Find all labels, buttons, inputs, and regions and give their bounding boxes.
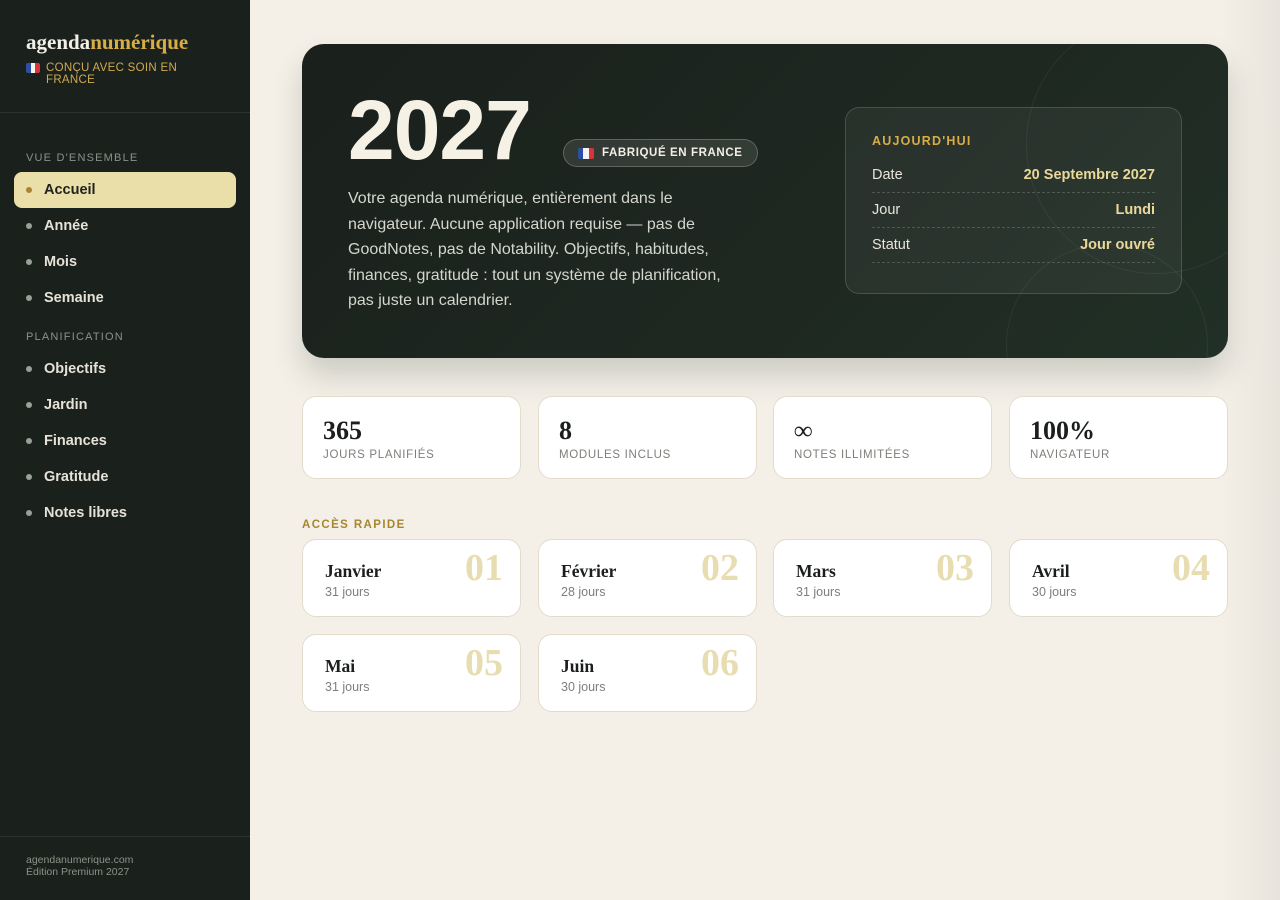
month-number: 03: [936, 547, 974, 589]
brand: agendanumérique CONÇU AVEC SOIN EN FRANC…: [0, 0, 250, 113]
sidebar-item-label: Accueil: [44, 182, 96, 198]
brand-tagline-text: CONÇU AVEC SOIN EN FRANCE: [46, 62, 178, 86]
month-number: 05: [465, 642, 503, 684]
france-flag-icon: [578, 147, 594, 159]
bullet-icon: [26, 402, 32, 408]
month-days: 30 jours: [561, 680, 606, 694]
sidebar-item-objectifs[interactable]: Objectifs: [14, 351, 236, 387]
brand-name-part1: agenda: [26, 30, 91, 54]
sidebar-item-mois[interactable]: Mois: [14, 244, 236, 280]
today-panel: AUJOURD'HUI Date 20 Septembre 2027 Jour …: [845, 107, 1182, 294]
sidebar: agendanumérique CONÇU AVEC SOIN EN FRANC…: [0, 0, 250, 900]
made-in-france-badge: FABRIQUÉ EN FRANCE: [563, 139, 758, 167]
sidebar-item-label: Objectifs: [44, 361, 107, 377]
stat-value: 100%: [1030, 416, 1095, 445]
month-days: 28 jours: [561, 585, 606, 599]
month-number: 01: [465, 547, 503, 589]
month-name: Mai: [325, 656, 356, 676]
sidebar-item-accueil[interactable]: Accueil: [14, 172, 236, 208]
sidebar-item-label: Notes libres: [44, 505, 127, 521]
month-name: Avril: [1032, 561, 1070, 581]
sidebar-footer: agendanumerique.com Édition Premium 2027: [0, 836, 250, 900]
hero-year: 2027: [348, 83, 532, 177]
nav-section-planning: PLANIFICATION: [26, 331, 124, 343]
bullet-icon: [26, 259, 32, 265]
bullet-icon: [26, 474, 32, 480]
stat-card-browser: 100% NAVIGATEUR: [1009, 396, 1228, 479]
today-title: AUJOURD'HUI: [872, 134, 972, 148]
bullet-icon: [26, 366, 32, 372]
bullet-icon: [26, 438, 32, 444]
month-number: 06: [701, 642, 739, 684]
bullet-icon: [26, 295, 32, 301]
sidebar-item-label: Année: [44, 218, 89, 234]
stat-value: ∞: [794, 416, 813, 445]
today-key: Date: [872, 167, 903, 183]
sidebar-item-annee[interactable]: Année: [14, 208, 236, 244]
hero-description: Votre agenda numérique, entièrement dans…: [348, 190, 721, 309]
month-days: 31 jours: [325, 585, 370, 599]
today-key: Statut: [872, 237, 910, 253]
stat-label: NOTES ILLIMITÉES: [794, 449, 911, 461]
month-days: 31 jours: [325, 680, 370, 694]
brand-tagline: CONÇU AVEC SOIN EN FRANCE: [26, 62, 224, 86]
today-value: Jour ouvré: [1080, 237, 1155, 253]
month-card-avril[interactable]: Avril 30 jours 04: [1009, 539, 1228, 617]
today-row-status: Statut Jour ouvré: [872, 228, 1155, 263]
footer-edition: Édition Premium 2027: [26, 866, 130, 878]
quick-access-title: ACCÈS RAPIDE: [302, 519, 406, 531]
sidebar-item-semaine[interactable]: Semaine: [14, 280, 236, 316]
today-key: Jour: [872, 202, 901, 218]
month-days: 31 jours: [796, 585, 841, 599]
sidebar-item-label: Gratitude: [44, 469, 109, 485]
sidebar-item-label: Mois: [44, 254, 78, 270]
sidebar-item-label: Jardin: [44, 397, 88, 413]
month-number: 02: [701, 547, 739, 589]
brand-logo[interactable]: agendanumérique: [26, 30, 224, 54]
hero-card: 2027 FABRIQUÉ EN FRANCE Votre agenda num…: [302, 44, 1228, 358]
france-flag-icon: [26, 63, 40, 73]
stat-card-days: 365 JOURS PLANIFIÉS: [302, 396, 521, 479]
month-name: Février: [561, 561, 617, 581]
today-row-date: Date 20 Septembre 2027: [872, 158, 1155, 193]
sidebar-item-notes-libres[interactable]: Notes libres: [14, 495, 236, 531]
month-days: 30 jours: [1032, 585, 1077, 599]
sidebar-item-gratitude[interactable]: Gratitude: [14, 459, 236, 495]
month-name: Janvier: [325, 561, 382, 581]
bullet-icon: [26, 510, 32, 516]
brand-name-part2: numérique: [90, 30, 189, 54]
month-card-juin[interactable]: Juin 30 jours 06: [538, 634, 757, 712]
sidebar-item-label: Finances: [44, 433, 107, 449]
today-row-day: Jour Lundi: [872, 193, 1155, 228]
month-card-fevrier[interactable]: Février 28 jours 02: [538, 539, 757, 617]
month-name: Mars: [796, 561, 836, 581]
sidebar-item-jardin[interactable]: Jardin: [14, 387, 236, 423]
footer-website: agendanumerique.com: [26, 854, 134, 866]
month-number: 04: [1172, 547, 1210, 589]
stat-label: NAVIGATEUR: [1030, 449, 1111, 461]
sidebar-item-label: Semaine: [44, 290, 104, 306]
month-card-janvier[interactable]: Janvier 31 jours 01: [302, 539, 521, 617]
stat-card-notes: ∞ NOTES ILLIMITÉES: [773, 396, 992, 479]
month-name: Juin: [561, 656, 595, 676]
stat-label: JOURS PLANIFIÉS: [323, 449, 435, 461]
month-card-mars[interactable]: Mars 31 jours 03: [773, 539, 992, 617]
sidebar-item-finances[interactable]: Finances: [14, 423, 236, 459]
today-value: 20 Septembre 2027: [1023, 167, 1155, 183]
stat-label: MODULES INCLUS: [559, 449, 672, 461]
stat-card-modules: 8 MODULES INCLUS: [538, 396, 757, 479]
badge-label: FABRIQUÉ EN FRANCE: [602, 147, 743, 159]
bullet-icon: [26, 187, 32, 193]
nav-section-overview: VUE D'ENSEMBLE: [26, 152, 139, 164]
edge-shadow: [1220, 0, 1280, 900]
month-card-mai[interactable]: Mai 31 jours 05: [302, 634, 521, 712]
stat-value: 8: [559, 416, 572, 445]
bullet-icon: [26, 223, 32, 229]
today-value: Lundi: [1115, 202, 1155, 218]
stat-value: 365: [323, 416, 362, 445]
